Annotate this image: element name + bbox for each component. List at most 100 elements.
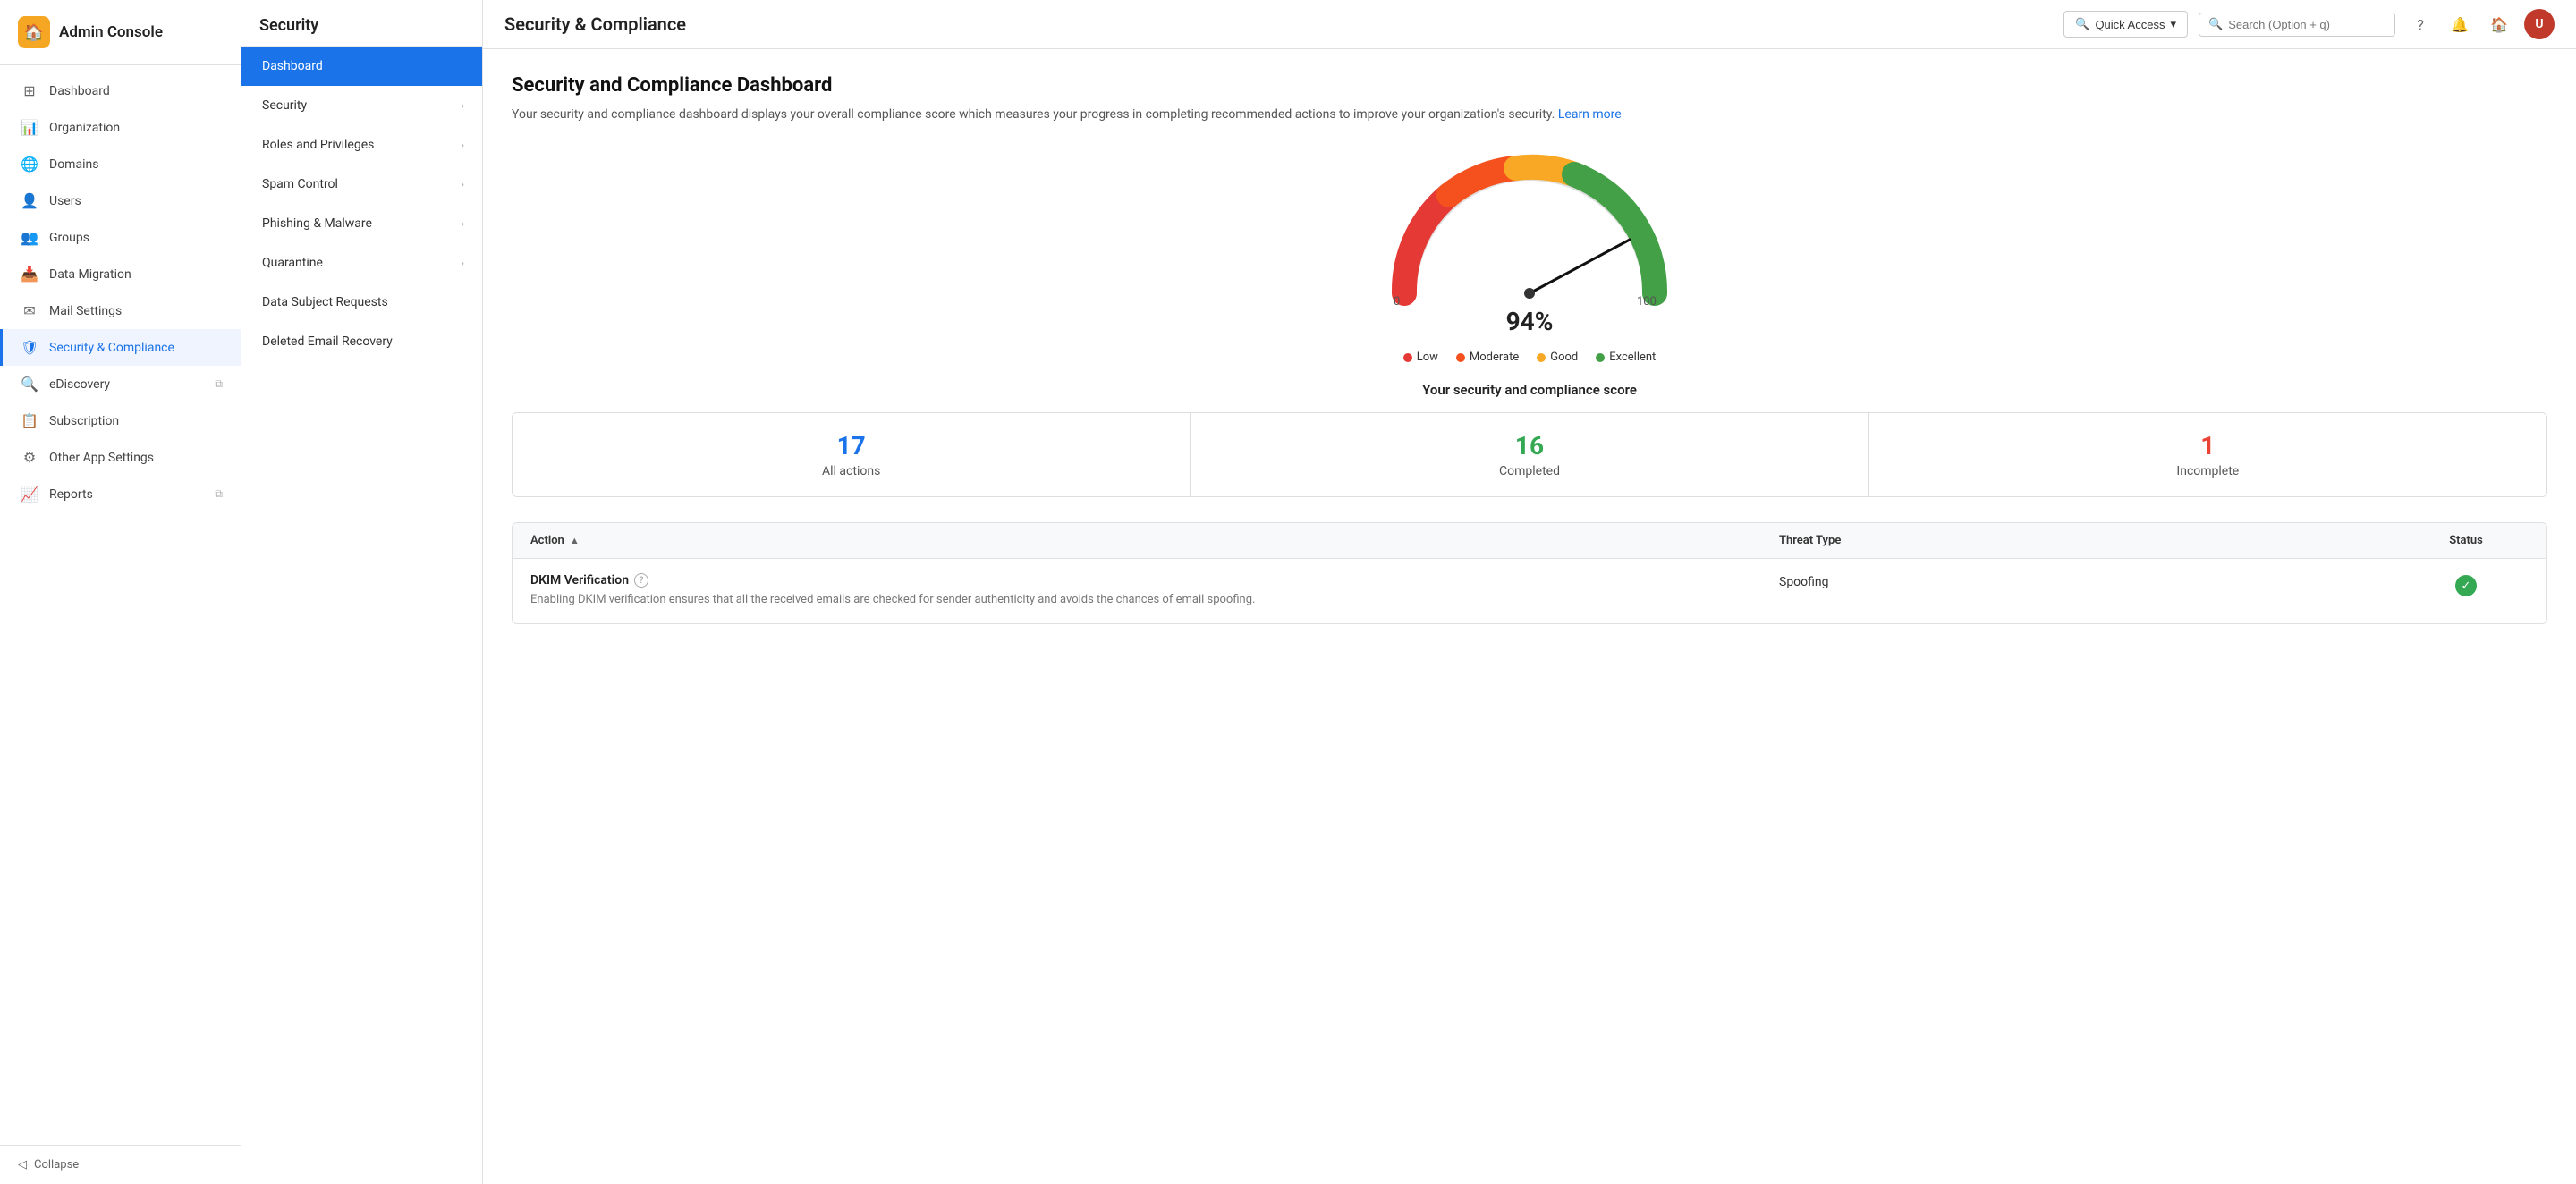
chevron-right-icon: › — [461, 99, 464, 112]
row-title-text-dkim: DKIM Verification — [530, 573, 629, 588]
sidebar-item-ediscovery[interactable]: 🔍 eDiscovery ⧉ — [0, 366, 241, 402]
sidebar-item-mail-settings[interactable]: ✉ Mail Settings — [0, 292, 241, 329]
sub-nav-label-security: Security — [262, 98, 307, 113]
sub-nav-item-dashboard[interactable]: Dashboard — [242, 47, 482, 86]
bell-icon: 🔔 — [2451, 16, 2469, 33]
quick-access-button[interactable]: 🔍 Quick Access ▾ — [2063, 11, 2188, 38]
score-cards: 17 All actions 16 Completed 1 Incomplete — [512, 412, 2547, 497]
score-card-completed[interactable]: 16 Completed — [1191, 413, 1868, 496]
legend-label-good: Good — [1550, 351, 1578, 364]
score-card-all-actions[interactable]: 17 All actions — [513, 413, 1191, 496]
sub-nav-item-roles-privileges[interactable]: Roles and Privileges › — [242, 125, 482, 165]
sub-nav-item-quarantine[interactable]: Quarantine › — [242, 243, 482, 283]
sub-nav-item-deleted-email-recovery[interactable]: Deleted Email Recovery — [242, 322, 482, 361]
sidebar-item-domains[interactable]: 🌐 Domains — [0, 146, 241, 182]
sub-nav-item-phishing-malware[interactable]: Phishing & Malware › — [242, 204, 482, 243]
legend-label-moderate: Moderate — [1470, 351, 1519, 364]
page-desc-text: Your security and compliance dashboard d… — [512, 107, 1555, 122]
home-nav-icon: 🏠 — [2490, 16, 2508, 33]
sidebar-label-security-compliance: Security & Compliance — [49, 341, 174, 355]
search-box[interactable]: 🔍 — [2199, 13, 2395, 37]
sidebar-label-domains: Domains — [49, 157, 98, 172]
table-header: Action ▲ Threat Type Status — [513, 523, 2546, 559]
content-area: Security and Compliance Dashboard Your s… — [483, 49, 2576, 1184]
legend-dot-low — [1403, 353, 1412, 362]
sidebar-item-reports[interactable]: 📈 Reports ⧉ — [0, 476, 241, 512]
svg-text:100: 100 — [1637, 295, 1657, 309]
all-actions-label: All actions — [530, 464, 1172, 478]
sidebar-item-other-app-settings[interactable]: ⚙ Other App Settings — [0, 439, 241, 476]
row-action-dkim: DKIM Verification ? Enabling DKIM verifi… — [530, 573, 1779, 609]
legend-dot-moderate — [1456, 353, 1465, 362]
legend-label-low: Low — [1417, 351, 1438, 364]
column-label-action: Action — [530, 534, 564, 547]
legend-dot-excellent — [1596, 353, 1605, 362]
search-input[interactable] — [2228, 18, 2385, 31]
users-icon: 👤 — [21, 192, 38, 209]
sidebar-label-organization: Organization — [49, 121, 120, 135]
quick-access-label: Quick Access — [2095, 18, 2165, 31]
legend-low: Low — [1403, 351, 1438, 364]
help-button[interactable]: ? — [2406, 10, 2435, 38]
mail-settings-icon: ✉ — [21, 302, 38, 319]
row-threat-dkim: Spoofing — [1779, 573, 2403, 589]
reports-icon: 📈 — [21, 486, 38, 503]
chevron-right-icon-2: › — [461, 139, 464, 151]
completed-count: 16 — [1208, 431, 1850, 461]
gauge-legend: Low Moderate Good Excellent — [512, 351, 2547, 364]
sidebar-item-organization[interactable]: 📊 Organization — [0, 109, 241, 146]
sub-nav-label-quarantine: Quarantine — [262, 256, 323, 270]
legend-dot-good — [1537, 353, 1546, 362]
legend-moderate: Moderate — [1456, 351, 1519, 364]
chevron-right-icon-3: › — [461, 178, 464, 190]
sidebar-item-security-compliance[interactable]: 🛡 Security & Compliance — [0, 329, 241, 366]
column-header-action[interactable]: Action ▲ — [530, 534, 1779, 547]
sidebar-item-dashboard[interactable]: ⊞ Dashboard — [0, 72, 241, 109]
sidebar-item-users[interactable]: 👤 Users — [0, 182, 241, 219]
dropdown-arrow-icon: ▾ — [2170, 17, 2176, 31]
sidebar-label-data-migration: Data Migration — [49, 267, 131, 282]
sort-icon: ▲ — [570, 535, 580, 546]
sidebar-item-subscription[interactable]: 📋 Subscription — [0, 402, 241, 439]
page-title: Security and Compliance Dashboard — [512, 74, 2547, 97]
incomplete-label: Incomplete — [1887, 464, 2529, 478]
ediscovery-icon: 🔍 — [21, 376, 38, 393]
sub-nav-title: Security — [242, 0, 482, 47]
score-card-incomplete[interactable]: 1 Incomplete — [1869, 413, 2546, 496]
row-desc-dkim: Enabling DKIM verification ensures that … — [530, 591, 1779, 609]
legend-excellent: Excellent — [1596, 351, 1656, 364]
column-label-threat-type: Threat Type — [1779, 534, 1841, 547]
dashboard-icon: ⊞ — [21, 82, 38, 99]
sub-nav-item-data-subject-requests[interactable]: Data Subject Requests — [242, 283, 482, 322]
page-description: Your security and compliance dashboard d… — [512, 106, 2547, 124]
collapse-icon: ◁ — [18, 1158, 27, 1171]
table-row: DKIM Verification ? Enabling DKIM verifi… — [513, 559, 2546, 623]
sidebar-item-groups[interactable]: 👥 Groups — [0, 219, 241, 256]
sidebar-collapse-button[interactable]: ◁ Collapse — [0, 1145, 241, 1184]
info-icon-dkim[interactable]: ? — [634, 573, 648, 588]
external-link-icon: ⧉ — [215, 377, 223, 391]
app-title: Admin Console — [59, 23, 163, 41]
chevron-right-icon-4: › — [461, 217, 464, 230]
all-actions-count: 17 — [530, 431, 1172, 461]
sub-navigation: Security Dashboard Security › Roles and … — [242, 0, 483, 1184]
sidebar-header: 🏠 Admin Console — [0, 0, 241, 65]
sub-nav-item-security[interactable]: Security › — [242, 86, 482, 125]
sub-nav-label-spam-control: Spam Control — [262, 177, 338, 191]
learn-more-link[interactable]: Learn more — [1558, 107, 1622, 122]
sidebar-label-groups: Groups — [49, 231, 89, 245]
reports-external-icon: ⧉ — [215, 487, 223, 501]
notifications-button[interactable]: 🔔 — [2445, 10, 2474, 38]
row-title-dkim: DKIM Verification ? — [530, 573, 1779, 588]
user-avatar[interactable]: U — [2524, 9, 2555, 39]
topbar-actions: 🔍 Quick Access ▾ 🔍 ? 🔔 🏠 U — [2063, 9, 2555, 39]
svg-text:0: 0 — [1394, 295, 1400, 309]
sidebar-label-ediscovery: eDiscovery — [49, 377, 110, 392]
sub-nav-label-dashboard: Dashboard — [262, 59, 323, 73]
sub-nav-item-spam-control[interactable]: Spam Control › — [242, 165, 482, 204]
sidebar-nav: ⊞ Dashboard 📊 Organization 🌐 Domains 👤 U… — [0, 65, 241, 1145]
column-header-threat-type: Threat Type — [1779, 534, 2403, 547]
sidebar-item-data-migration[interactable]: 📥 Data Migration — [0, 256, 241, 292]
home-nav-button[interactable]: 🏠 — [2485, 10, 2513, 38]
sidebar-label-subscription: Subscription — [49, 414, 119, 428]
